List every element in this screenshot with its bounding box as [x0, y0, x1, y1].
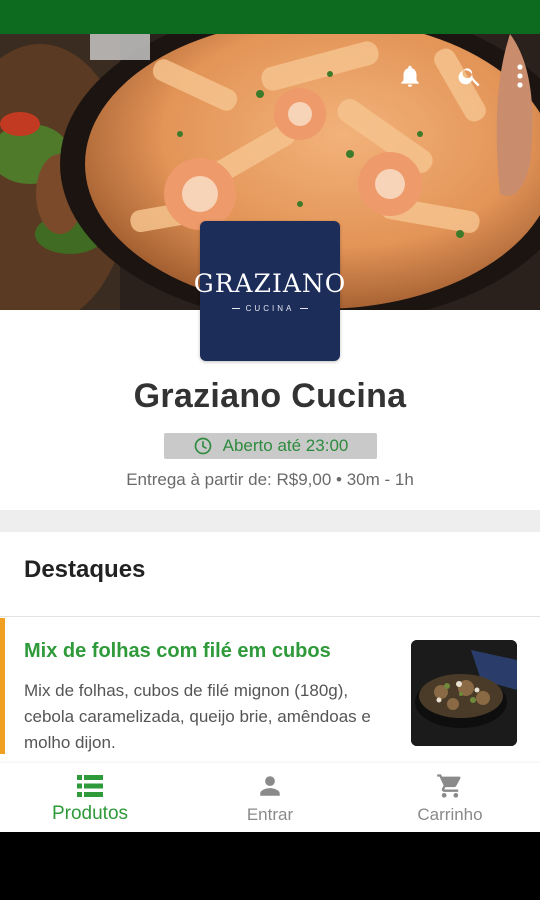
nav-produtos[interactable]: Produtos [0, 763, 180, 832]
highlight-bar [0, 618, 5, 754]
open-status-badge: Aberto até 23:00 [164, 433, 377, 459]
nav-label-produtos: Produtos [51, 803, 129, 824]
product-image [411, 640, 517, 746]
hero-actions [380, 56, 540, 96]
logo-subtitle: CUCINA [231, 304, 309, 313]
featured-product-card[interactable]: Mix de folhas com filé em cubos Mix de f… [0, 618, 540, 754]
notifications-button[interactable] [380, 56, 440, 96]
product-name: Mix de folhas com filé em cubos [24, 640, 331, 662]
restaurant-name: Graziano Cucina [133, 377, 407, 415]
nav-label-entrar: Entrar [246, 805, 294, 824]
system-nav-bar [0, 832, 540, 900]
restaurant-logo: GRAZIANO CUCINA [194, 221, 345, 361]
list-icon [77, 775, 103, 797]
logo-wordmark: GRAZIANO [193, 269, 347, 298]
bell-icon [401, 65, 419, 87]
section-separator [0, 616, 540, 617]
search-icon [458, 68, 480, 87]
product-description: Mix de folhas, cubos de filé mignon (180… [24, 681, 371, 752]
nav-entrar[interactable]: Entrar [180, 763, 360, 832]
featured-section-title: Destaques [24, 556, 146, 583]
person-icon [260, 776, 280, 796]
nav-label-carrinho: Carrinho [417, 805, 483, 824]
clock-icon [194, 437, 211, 455]
search-button[interactable] [440, 56, 500, 96]
more-vertical-icon [517, 64, 523, 88]
app-screen: GRAZIANO CUCINA Graziano Cucina Aberto a… [0, 34, 540, 832]
status-bar [0, 0, 540, 34]
more-options-button[interactable] [500, 56, 540, 96]
bottom-navigation: Produtos Entrar Carrinho [0, 763, 540, 832]
cart-icon [437, 774, 461, 798]
section-divider [0, 510, 540, 532]
delivery-info: Entrega à partir de: R$9,00 • 30m - 1h [126, 470, 414, 489]
nav-carrinho[interactable]: Carrinho [360, 763, 540, 832]
open-status-text: Aberto até 23:00 [222, 436, 349, 455]
